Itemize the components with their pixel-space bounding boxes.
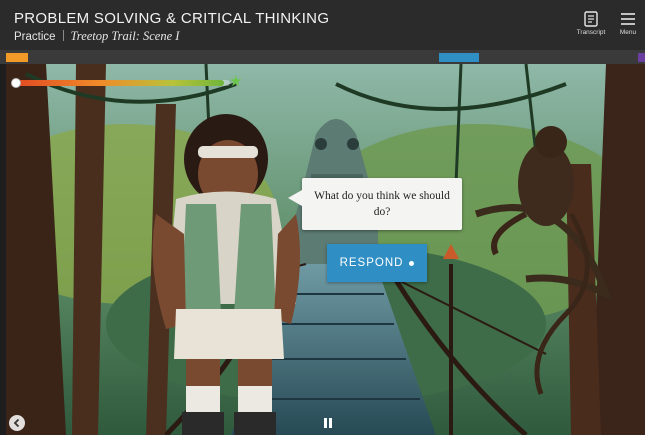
meter-start-knob: [11, 78, 21, 88]
progress-segment-end[interactable]: [638, 53, 645, 62]
pause-icon-bar: [329, 418, 332, 428]
hamburger-menu-icon: [621, 13, 635, 25]
jungle-scene-art: [6, 64, 645, 435]
dialog-question: What do you think we should do?: [314, 190, 450, 218]
course-progress-bar: [0, 50, 645, 64]
progress-segment-checkpoint[interactable]: [439, 53, 479, 62]
respond-dot-icon: [409, 260, 415, 266]
pause-button[interactable]: [322, 417, 334, 429]
breadcrumb-divider: [62, 30, 64, 41]
meter-track: [15, 80, 230, 86]
pause-icon: [324, 418, 327, 428]
respond-button[interactable]: RESPOND: [327, 244, 427, 282]
transcript-icon: [584, 11, 598, 27]
transcript-label: Transcript: [576, 29, 606, 36]
transcript-button[interactable]: Transcript: [569, 9, 613, 45]
chevron-left-icon: [13, 418, 20, 428]
menu-button[interactable]: Menu: [611, 9, 645, 45]
section-label: Practice: [14, 31, 56, 43]
speech-bubble: What do you think we should do?: [288, 178, 462, 230]
performance-meter: ★: [11, 74, 242, 89]
breadcrumb: Practice Treetop Trail: Scene I: [14, 29, 179, 44]
star-icon: ★: [229, 73, 243, 90]
course-title: PROBLEM SOLVING & CRITICAL THINKING: [14, 10, 330, 27]
menu-label: Menu: [619, 29, 637, 36]
meter-fill: [15, 80, 224, 86]
back-button[interactable]: [9, 415, 25, 431]
app-header: PROBLEM SOLVING & CRITICAL THINKING Prac…: [0, 0, 645, 50]
scene-label: Treetop Trail: Scene I: [70, 29, 180, 43]
scene-illustration: [6, 64, 645, 435]
respond-label: RESPOND: [339, 257, 404, 269]
progress-segment-current[interactable]: [6, 53, 28, 62]
